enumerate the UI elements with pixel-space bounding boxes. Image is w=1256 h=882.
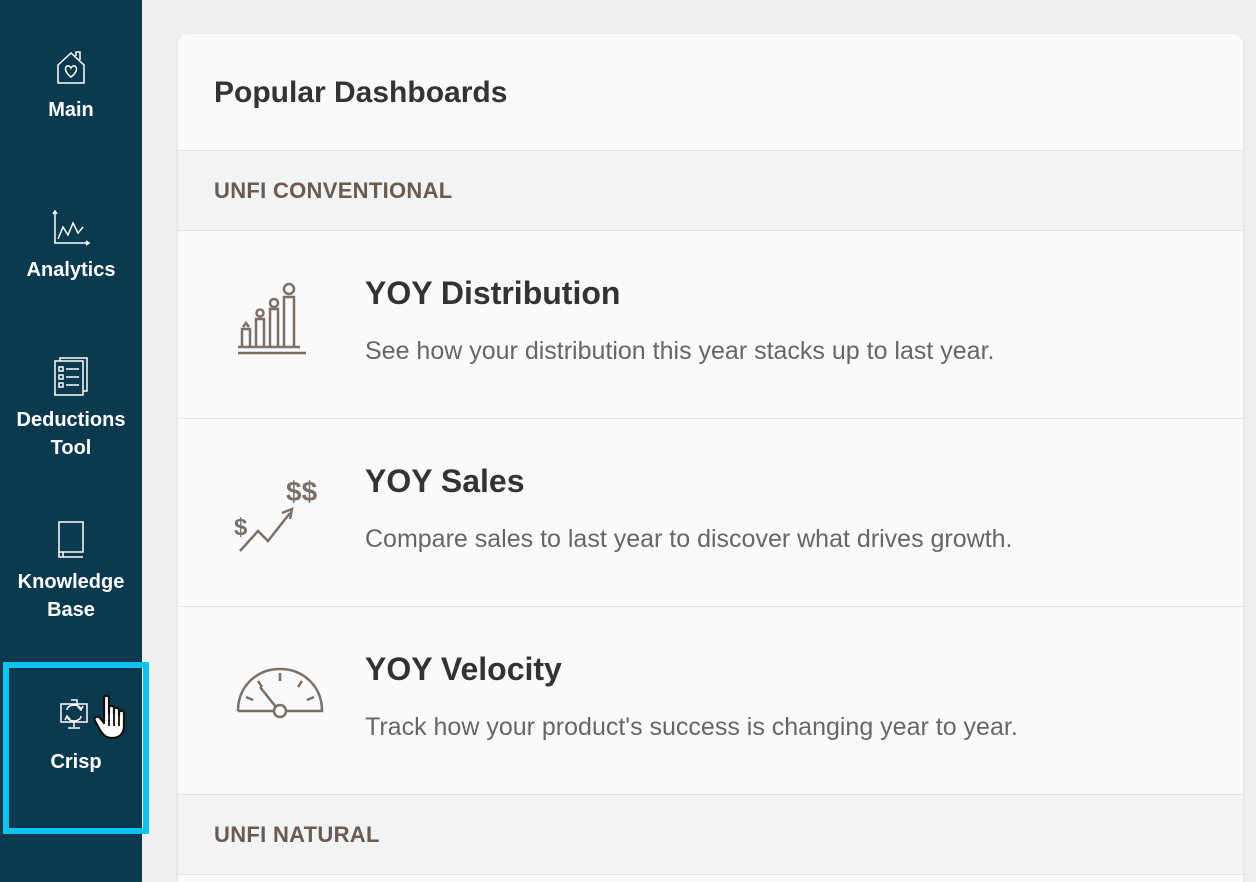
book-icon	[51, 520, 91, 560]
dashboard-title: YOY Sales	[365, 463, 525, 499]
sidebar-item-deductions-tool[interactable]: Deductions Tool	[0, 357, 142, 462]
section-label: UNFI NATURAL	[214, 821, 380, 847]
sidebar-item-knowledge-base[interactable]: Knowledge Base	[0, 520, 142, 624]
dashboard-item-yoy-distribution[interactable]: YOY Distribution See how your distributi…	[178, 231, 1243, 419]
popular-dashboards-card: Popular Dashboards UNFI CONVENTIONAL YOY…	[178, 34, 1243, 882]
section-header-unfi-natural: UNFI NATURAL	[178, 795, 1243, 875]
sidebar-item-label: Knowledge Base	[17, 571, 125, 621]
dashboard-item-yoy-sales[interactable]: $ $$ YOY Sales Compare sales to last yea…	[178, 419, 1243, 607]
sales-growth-icon: $ $$	[234, 467, 318, 557]
home-heart-icon	[51, 48, 91, 88]
card-header: Popular Dashboards	[178, 34, 1243, 151]
svg-text:$$: $$	[286, 476, 318, 507]
sidebar-item-main[interactable]: Main	[0, 48, 142, 124]
sidebar-item-label: Deductions Tool	[16, 409, 126, 459]
dashboard-description: Compare sales to last year to discover w…	[365, 525, 1013, 553]
monitor-refresh-icon	[56, 694, 96, 734]
section-header-unfi-conventional: UNFI CONVENTIONAL	[178, 151, 1243, 231]
dashboard-item-yoy-velocity[interactable]: YOY Velocity Track how your product's su…	[178, 607, 1243, 795]
sidebar-item-label: Analytics	[26, 259, 116, 281]
dashboard-title: YOY Velocity	[365, 651, 562, 687]
dashboard-title: YOY Distribution	[365, 275, 621, 311]
document-list-icon	[51, 357, 91, 398]
sidebar: Main Analytics Deductions Tool Knowledge…	[0, 0, 149, 882]
hand-cursor-icon	[92, 694, 132, 742]
bar-chart-people-icon	[234, 279, 314, 369]
svg-text:$: $	[234, 514, 248, 541]
sidebar-item-label: Main	[48, 99, 94, 121]
sidebar-item-analytics[interactable]: Analytics	[0, 208, 142, 284]
page-title: Popular Dashboards	[214, 76, 508, 109]
dashboard-description: See how your distribution this year stac…	[365, 337, 995, 365]
sidebar-item-label: Crisp	[50, 751, 102, 773]
dashboard-description: Track how your product's success is chan…	[365, 713, 1018, 741]
sidebar-item-crisp[interactable]: Crisp	[3, 662, 149, 834]
speedometer-icon	[234, 655, 324, 745]
line-chart-icon	[51, 208, 91, 248]
section-label: UNFI CONVENTIONAL	[214, 177, 453, 203]
